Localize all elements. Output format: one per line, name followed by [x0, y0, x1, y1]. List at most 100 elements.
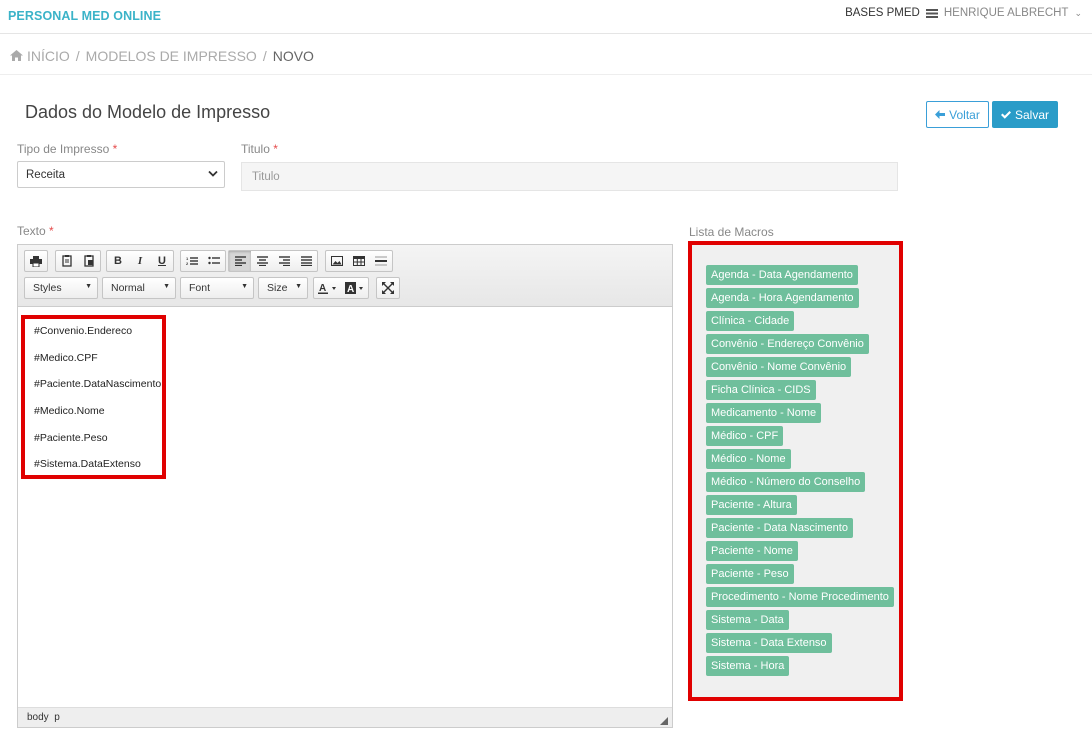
color-group: A A [313, 277, 369, 299]
path-p[interactable]: p [54, 712, 60, 723]
table-icon[interactable] [348, 251, 370, 271]
align-justify-icon[interactable] [295, 251, 317, 271]
macro-tag[interactable]: Médico - Nome [706, 449, 791, 469]
align-left-icon[interactable] [229, 251, 251, 271]
server-icon[interactable] [925, 8, 938, 18]
paste-icon[interactable] [56, 251, 78, 271]
bold-button[interactable]: B [107, 251, 129, 271]
macro-tag[interactable]: Agenda - Data Agendamento [706, 265, 858, 285]
tipo-label: Tipo de Impresso * [17, 142, 118, 156]
save-button[interactable]: Salvar [992, 101, 1058, 128]
paste-text-icon[interactable] [78, 251, 100, 271]
paste-group [55, 250, 101, 272]
italic-button[interactable]: I [129, 251, 151, 271]
image-icon[interactable] [326, 251, 348, 271]
styles-label: Styles [33, 282, 62, 294]
insert-group [325, 250, 393, 272]
home-icon[interactable] [10, 48, 23, 64]
macro-tag[interactable]: Convênio - Nome Convênio [706, 357, 852, 377]
chevron-down-icon[interactable]: ⌄ [1074, 8, 1082, 19]
divider [0, 74, 1092, 75]
macro-tag[interactable]: Procedimento - Nome Procedimento [706, 587, 894, 607]
caret-down-icon: ▼ [295, 283, 302, 290]
highlight-box [21, 315, 166, 479]
tipo-impresso-value: Receita [26, 169, 65, 181]
print-group [24, 250, 48, 272]
macro-tag[interactable]: Clínica - Cidade [706, 311, 795, 331]
breadcrumb-home[interactable]: INÍCIO [27, 48, 70, 64]
macro-tag[interactable]: Paciente - Data Nascimento [706, 518, 853, 538]
macro-tag[interactable]: Paciente - Nome [706, 541, 798, 561]
format-group: B I U [106, 250, 174, 272]
user-menu[interactable]: HENRIQUE ALBRECHT [944, 7, 1069, 19]
check-icon [1000, 110, 1011, 119]
arrow-left-icon [935, 110, 946, 119]
align-right-icon[interactable] [273, 251, 295, 271]
caret-down-icon: ▼ [163, 283, 170, 290]
breadcrumb-section[interactable]: MODELOS DE IMPRESSO [86, 48, 257, 64]
breadcrumb-separator: / [262, 48, 267, 64]
editor-toolbar: B I U 12 Styles ▼ Normal ▼ Font ▼ Size ▼… [18, 245, 672, 307]
macros-panel: Agenda - Data Agendamento Agenda - Hora … [688, 241, 903, 701]
size-label: Size [267, 282, 288, 294]
breadcrumb-current: NOVO [272, 48, 314, 64]
breadcrumb-separator: / [75, 48, 80, 64]
svg-text:A: A [347, 284, 354, 294]
macro-tag[interactable]: Ficha Clínica - CIDS [706, 380, 816, 400]
text-color-icon[interactable]: A [314, 278, 341, 298]
align-center-icon[interactable] [251, 251, 273, 271]
horizontal-rule-icon[interactable] [370, 251, 392, 271]
font-label: Font [189, 282, 211, 294]
top-navbar: PERSONAL MED ONLINE BASES PMED HENRIQUE … [0, 0, 1092, 34]
macro-tag[interactable]: Sistema - Data Extenso [706, 633, 832, 653]
breadcrumb: INÍCIO / MODELOS DE IMPRESSO / NOVO [10, 48, 314, 64]
underline-button[interactable]: U [151, 251, 173, 271]
maximize-group [376, 277, 400, 299]
titulo-placeholder: Titulo [252, 171, 280, 183]
print-icon[interactable] [25, 251, 47, 271]
size-dropdown[interactable]: Size ▼ [258, 277, 308, 299]
titulo-input[interactable]: Titulo [241, 162, 898, 191]
editor-statusbar: body p [18, 707, 672, 727]
resize-handle-icon[interactable] [660, 717, 668, 725]
macro-tag[interactable]: Médico - CPF [706, 426, 784, 446]
path-body[interactable]: body [27, 712, 49, 723]
editor-content[interactable]: #Convenio.Endereco #Medico.CPF #Paciente… [18, 307, 672, 707]
chevron-down-icon [208, 170, 218, 177]
macros-label: Lista de Macros [689, 225, 774, 239]
bullet-list-icon[interactable] [203, 251, 225, 271]
svg-text:A: A [319, 283, 326, 294]
texto-label: Texto * [17, 224, 54, 238]
caret-down-icon: ▼ [85, 283, 92, 290]
styles-dropdown[interactable]: Styles ▼ [24, 277, 98, 299]
page-title: Dados do Modelo de Impresso [25, 102, 271, 122]
format-label: Normal [111, 282, 145, 294]
rich-text-editor[interactable]: B I U 12 Styles ▼ Normal ▼ Font ▼ Size ▼… [17, 244, 673, 728]
macro-tag[interactable]: Médico - Número do Conselho [706, 472, 866, 492]
macro-tag[interactable]: Medicamento - Nome [706, 403, 822, 423]
back-button-label: Voltar [949, 107, 980, 122]
macro-tag[interactable]: Paciente - Altura [706, 495, 797, 515]
maximize-icon[interactable] [377, 278, 399, 298]
bases-label[interactable]: BASES PMED [845, 7, 920, 19]
svg-text:2: 2 [186, 261, 189, 266]
align-group [228, 250, 318, 272]
titulo-label: Titulo * [241, 142, 278, 156]
macro-tag[interactable]: Paciente - Peso [706, 564, 794, 584]
brand-logo-text[interactable]: PERSONAL MED ONLINE [8, 9, 161, 23]
caret-down-icon: ▼ [241, 283, 248, 290]
macro-tag[interactable]: Convênio - Endereço Convênio [706, 334, 869, 354]
save-button-label: Salvar [1014, 107, 1049, 122]
macro-tag[interactable]: Sistema - Data [706, 610, 789, 630]
format-dropdown[interactable]: Normal ▼ [102, 277, 176, 299]
numbered-list-icon[interactable]: 12 [181, 251, 203, 271]
list-group: 12 [180, 250, 226, 272]
macro-tag[interactable]: Agenda - Hora Agendamento [706, 288, 859, 308]
macro-tag[interactable]: Sistema - Hora [706, 656, 790, 676]
tipo-impresso-select[interactable]: Receita [17, 161, 225, 188]
background-color-icon[interactable]: A [341, 278, 368, 298]
back-button[interactable]: Voltar [926, 101, 989, 128]
font-dropdown[interactable]: Font ▼ [180, 277, 254, 299]
top-right-menu: BASES PMED HENRIQUE ALBRECHT ⌄ [845, 7, 1082, 19]
macros-list: Agenda - Data Agendamento Agenda - Hora … [706, 265, 894, 676]
